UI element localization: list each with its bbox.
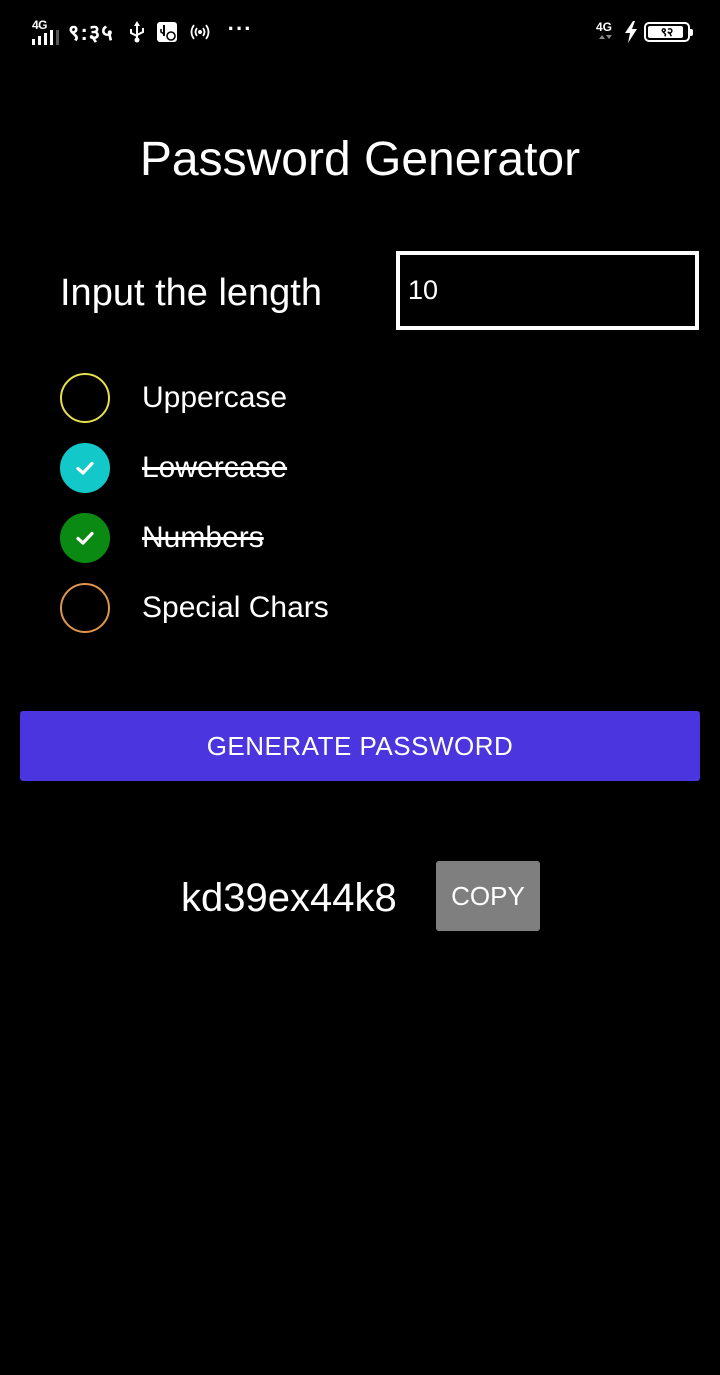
option-label: Uppercase (142, 381, 288, 414)
more-icon: ··· (227, 16, 253, 41)
option-label: Numbers (142, 521, 264, 554)
checkbox-unchecked-icon[interactable] (60, 373, 110, 423)
copy-button[interactable]: COPY (436, 861, 540, 931)
signal-icon: 4G (30, 17, 60, 47)
option-row-lowercase[interactable]: Lowercase (60, 443, 460, 493)
checkbox-checked-icon[interactable] (60, 513, 110, 563)
status-time: ९:३५ (68, 20, 114, 45)
length-input[interactable] (396, 251, 699, 330)
password-output: kd39ex44k8 (181, 876, 397, 920)
checkbox-unchecked-icon[interactable] (60, 583, 110, 633)
mobile-data-icon: 4G (596, 17, 618, 47)
charging-icon (624, 21, 638, 43)
battery-level: ९२ (660, 25, 674, 39)
generate-password-button[interactable]: GENERATE PASSWORD (20, 711, 700, 781)
option-row-uppercase[interactable]: Uppercase (60, 373, 460, 423)
battery-tip (690, 29, 693, 36)
checkbox-checked-icon[interactable] (60, 443, 110, 493)
option-label: Lowercase (142, 451, 288, 484)
option-row-numbers[interactable]: Numbers (60, 513, 460, 563)
option-label: Special Chars (142, 591, 329, 624)
status-bar-left: 4G ९:३५ ··· (30, 14, 253, 50)
hotspot-icon (188, 22, 212, 42)
status-bar-right: 4G ९२ (596, 16, 693, 48)
battery-icon: ९२ (644, 22, 693, 42)
status-bar: 4G ९:३५ ··· 4G ९२ (0, 0, 720, 66)
page-title: Password Generator (139, 133, 581, 186)
length-label: Input the length (60, 272, 322, 314)
option-row-special-chars[interactable]: Special Chars (60, 583, 460, 633)
usb-icon (128, 21, 146, 43)
usb-debugging-icon (156, 21, 178, 43)
